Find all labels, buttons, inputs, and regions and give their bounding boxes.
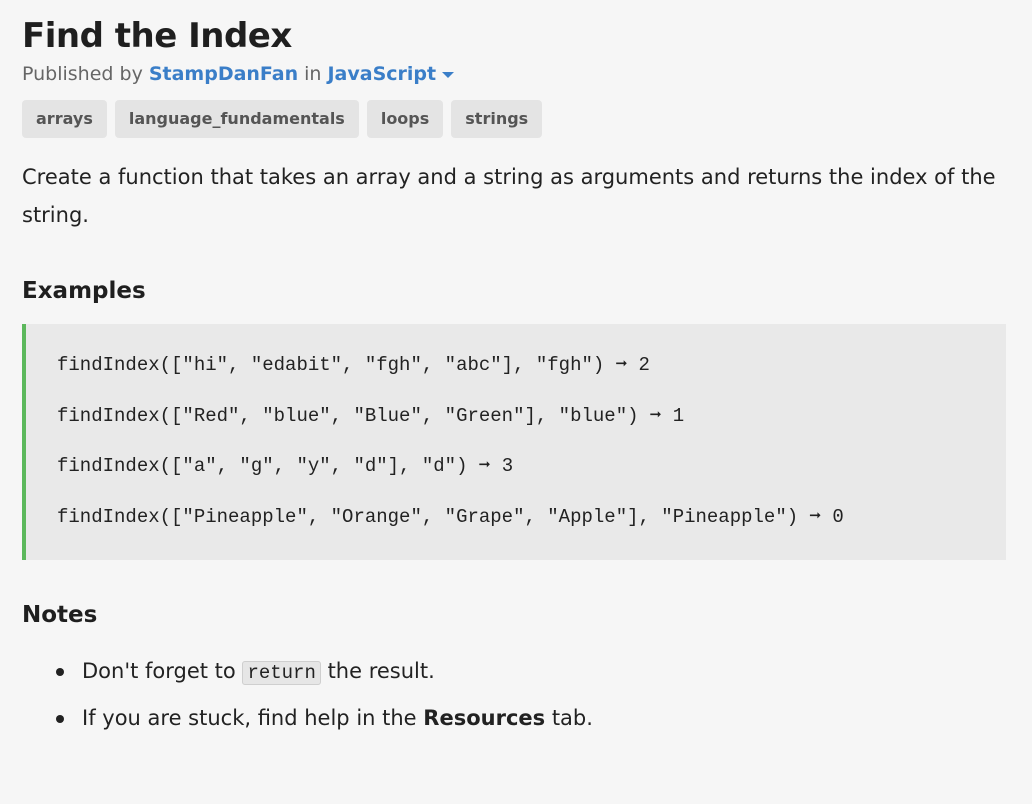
- tag-loops[interactable]: loops: [366, 100, 444, 138]
- example-line: findIndex(["Red", "blue", "Blue", "Green…: [57, 404, 685, 427]
- bullet-icon: [56, 715, 64, 723]
- caret-down-icon: [442, 72, 455, 78]
- challenge-page: Find the Index Published by StampDanFan …: [0, 0, 1032, 733]
- notes-list: Don't forget to return the result. If yo…: [22, 656, 1010, 733]
- notes-heading: Notes: [22, 602, 98, 628]
- tag-arrays[interactable]: arrays: [22, 100, 107, 138]
- note-text: Don't forget to: [82, 659, 236, 683]
- note-text: tab.: [551, 706, 593, 730]
- examples-code-block: findIndex(["hi", "edabit", "fgh", "abc"]…: [22, 324, 1006, 560]
- tag-language-fundamentals[interactable]: language_fundamentals: [114, 100, 359, 138]
- resources-label: Resources: [423, 706, 546, 730]
- tag-strings[interactable]: strings: [451, 100, 543, 138]
- language-dropdown[interactable]: JavaScript: [327, 60, 455, 88]
- inline-code: return: [242, 661, 321, 685]
- note-text: If you are stuck, find help in the: [82, 706, 417, 730]
- author-link[interactable]: StampDanFan: [149, 60, 298, 88]
- example-line: findIndex(["Pineapple", "Orange", "Grape…: [57, 505, 844, 528]
- byline-in: in: [304, 63, 322, 85]
- example-line: findIndex(["hi", "edabit", "fgh", "abc"]…: [57, 354, 650, 376]
- note-item: Don't forget to return the result.: [56, 656, 1010, 688]
- language-label: JavaScript: [327, 63, 437, 85]
- example-line: findIndex(["a", "g", "y", "d"], "d") ➞ 3: [57, 455, 514, 477]
- byline: Published by StampDanFan in JavaScript: [22, 60, 1010, 88]
- challenge-title: Find the Index: [22, 16, 292, 56]
- bullet-icon: [56, 668, 64, 676]
- challenge-description: Create a function that takes an array an…: [22, 165, 996, 227]
- note-text: the result.: [327, 659, 435, 683]
- note-item: If you are stuck, find help in the Resou…: [56, 703, 1010, 733]
- byline-prefix: Published by: [22, 63, 143, 85]
- tag-list: arrays language_fundamentals loops strin…: [22, 100, 1010, 138]
- examples-heading: Examples: [22, 278, 146, 304]
